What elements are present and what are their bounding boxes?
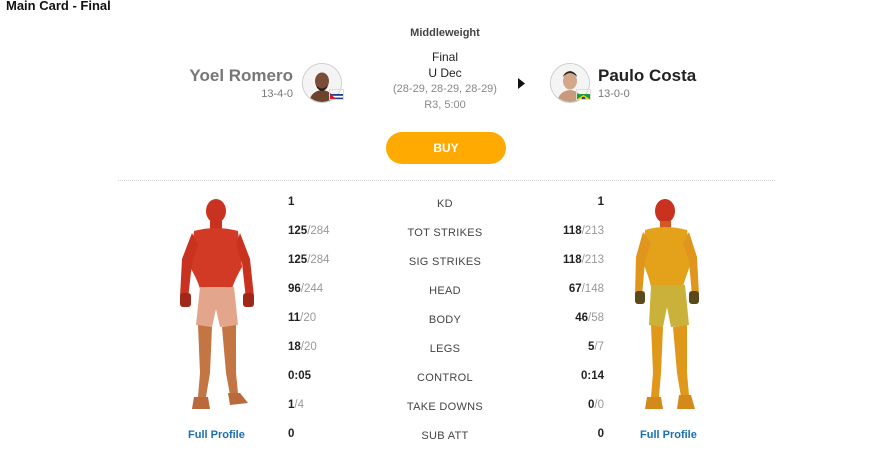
stat-right-attempted: /213 (581, 254, 604, 266)
stat-right-value: 0/0 (520, 399, 604, 411)
stat-label: LEGS (429, 343, 461, 355)
stat-label: HEAD (429, 285, 461, 297)
brazil-flag-icon (576, 89, 591, 100)
stat-right-value: 118/213 (520, 254, 604, 266)
stat-right-value: 0 (520, 428, 604, 440)
result-round-time: R3, 5:00 (424, 99, 466, 111)
stat-left-attempted: /244 (300, 283, 324, 295)
stat-label: TOT STRIKES (407, 227, 483, 239)
stat-left-value: 1/4 (288, 399, 304, 411)
fighter-left-full-profile-link[interactable]: Full Profile (188, 429, 245, 441)
stat-right-value: 1 (520, 196, 604, 208)
stat-left-value: 0 (288, 428, 294, 440)
stat-right-value: 118/213 (520, 225, 604, 237)
fighter-left-record: 13-4-0 (261, 88, 293, 100)
fighter-right-name[interactable]: Paulo Costa (598, 66, 696, 86)
stat-right-value: 0:14 (520, 370, 604, 382)
stat-right-attempted: /58 (588, 312, 604, 324)
stat-right-landed: 0 (597, 428, 604, 440)
cuba-flag-icon (329, 89, 344, 100)
stat-left-landed: 0 (288, 428, 295, 440)
fighter-right-full-profile-link[interactable]: Full Profile (640, 429, 697, 441)
stat-right-attempted: /0 (594, 399, 604, 411)
stat-label: CONTROL (417, 372, 473, 384)
stat-right-landed: 0:14 (580, 370, 604, 382)
stat-left-landed: 0:05 (288, 370, 312, 382)
stat-label: KD (437, 198, 453, 210)
stat-right-value: 46/58 (520, 312, 604, 324)
stat-left-value: 1 (288, 196, 294, 208)
stat-row: 1 KD 1 (0, 196, 890, 225)
stat-left-value: 18/20 (288, 341, 317, 353)
stat-label: SUB ATT (421, 430, 469, 442)
stat-left-attempted: /20 (300, 312, 317, 324)
section-divider (118, 180, 775, 181)
stat-row: 11/20 BODY 46/58 (0, 312, 890, 341)
stat-row: 18/20 LEGS 5/7 (0, 341, 890, 370)
result-method: U Dec (428, 66, 462, 80)
stat-left-landed: 96 (288, 283, 301, 295)
stat-right-landed: 118 (563, 225, 582, 237)
stat-right-landed: 118 (563, 254, 582, 266)
stat-label: BODY (428, 314, 462, 326)
stat-right-landed: 46 (575, 312, 588, 324)
stat-left-landed: 125 (288, 225, 308, 237)
stat-left-value: 125/284 (288, 225, 330, 237)
winner-arrow-icon (518, 76, 525, 94)
weight-class: Middleweight (410, 27, 480, 39)
stat-left-attempted: /284 (307, 254, 330, 266)
stat-right-landed: 1 (597, 196, 604, 208)
card-title: Main Card - Final (6, 0, 111, 13)
stat-right-attempted: /213 (581, 225, 604, 237)
stat-right-landed: 67 (568, 283, 582, 295)
stat-left-landed: 18 (288, 341, 301, 353)
stat-label: SIG STRIKES (408, 256, 482, 268)
stat-left-attempted: /20 (300, 341, 317, 353)
buy-button[interactable]: BUY (386, 132, 506, 164)
stat-left-landed: 1 (288, 196, 295, 208)
stat-row: 125/284 TOT STRIKES 118/213 (0, 225, 890, 254)
stat-row: 125/284 SIG STRIKES 118/213 (0, 254, 890, 283)
stat-left-value: 96/244 (288, 283, 323, 295)
fighter-left-name[interactable]: Yoel Romero (150, 66, 293, 86)
stat-left-landed: 11 (288, 312, 301, 324)
stat-right-value: 67/148 (520, 283, 604, 295)
stat-left-value: 125/284 (288, 254, 330, 266)
stat-left-value: 11/20 (288, 312, 316, 324)
stat-left-attempted: /4 (294, 399, 304, 411)
result-scores: (28-29, 28-29, 28-29) (393, 83, 497, 95)
stat-row: 0 SUB ATT 0 (0, 428, 890, 457)
fighter-right-record: 13-0-0 (598, 88, 630, 100)
stat-label: TAKE DOWNS (406, 401, 484, 413)
stat-left-value: 0:05 (288, 370, 311, 382)
result-status: Final (431, 50, 458, 64)
stat-row: 0:05 CONTROL 0:14 (0, 370, 890, 399)
stat-row: 96/244 HEAD 67/148 (0, 283, 890, 312)
stat-left-landed: 125 (288, 254, 308, 266)
stat-right-attempted: /148 (581, 283, 604, 295)
stat-row: 1/4 TAKE DOWNS 0/0 (0, 399, 890, 428)
stat-left-attempted: /284 (307, 225, 330, 237)
stat-right-value: 5/7 (520, 341, 604, 353)
stat-right-attempted: /7 (594, 341, 604, 353)
